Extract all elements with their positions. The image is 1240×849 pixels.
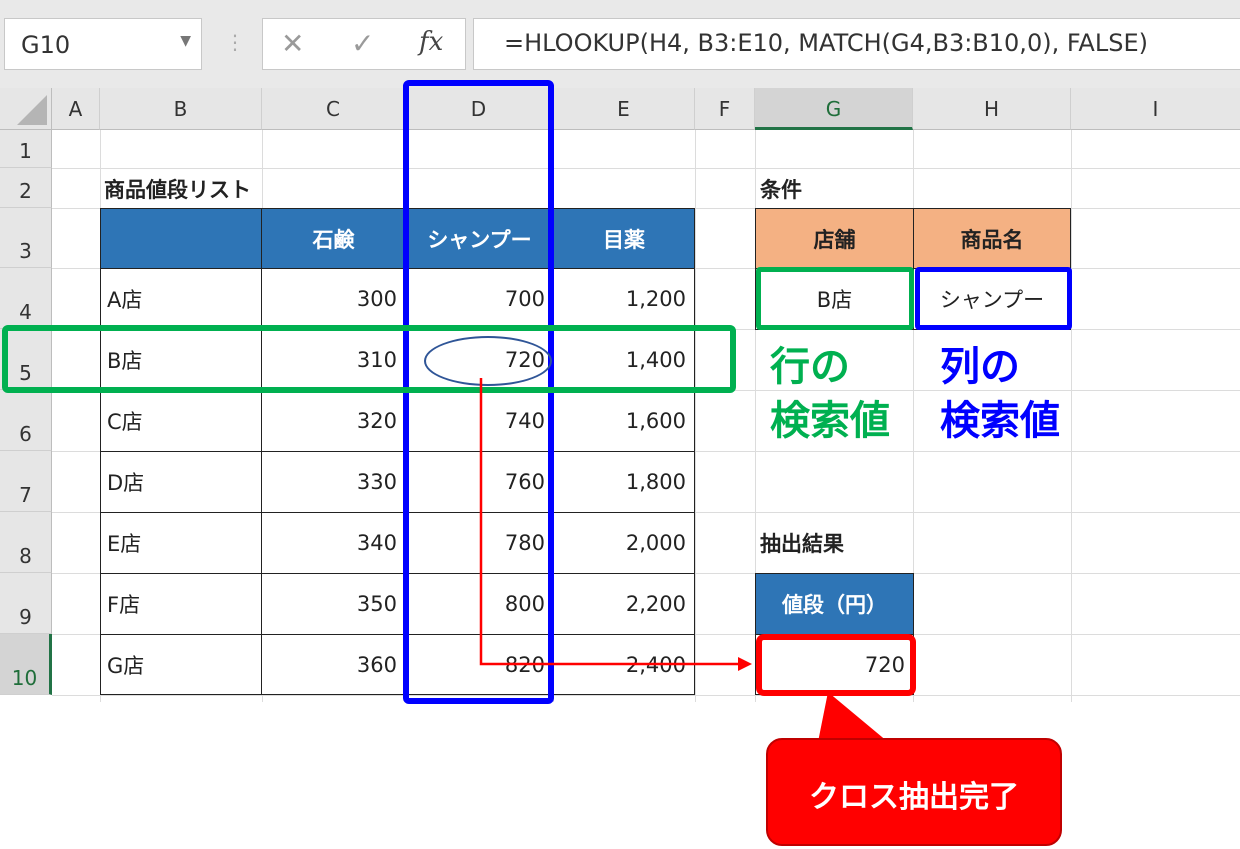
condition-header-store[interactable]: 店舗: [755, 208, 914, 269]
row-header-10[interactable]: 10: [0, 634, 52, 695]
column-lookup-label: 列の 検索値: [940, 340, 1060, 448]
gridline: [52, 695, 1240, 696]
chevron-down-icon[interactable]: ▼: [180, 33, 191, 49]
price-cell[interactable]: 300: [261, 268, 406, 330]
column-header-b[interactable]: B: [100, 88, 262, 130]
callout-text: クロス抽出完了: [809, 780, 1019, 815]
row-header-label: 8: [19, 544, 32, 568]
callout-box: クロス抽出完了: [766, 738, 1062, 846]
row-header-8[interactable]: 8: [0, 512, 52, 573]
insert-function-icon[interactable]: fx: [419, 27, 443, 57]
arrow-head-icon: [738, 657, 752, 671]
row-header-6[interactable]: 6: [0, 390, 52, 451]
result-header[interactable]: 値段（円）: [755, 573, 914, 635]
conditions-title[interactable]: 条件: [760, 174, 802, 204]
row-header-label: 1: [19, 139, 32, 163]
column-header-a[interactable]: A: [52, 88, 100, 130]
price-cell[interactable]: 1,600: [553, 390, 695, 452]
column-header-h[interactable]: H: [913, 88, 1071, 130]
select-all-triangle-icon: [17, 95, 47, 125]
row-header-1[interactable]: 1: [0, 130, 52, 168]
store-cell[interactable]: G店: [100, 634, 262, 695]
column-lookup-label-line2: 検索値: [940, 398, 1060, 444]
price-cell[interactable]: 2,000: [553, 512, 695, 574]
row-header-9[interactable]: 9: [0, 573, 52, 634]
row-header-label: 7: [19, 483, 32, 507]
store-cell[interactable]: A店: [100, 268, 262, 330]
formula-text: =HLOOKUP(H4, B3:E10, MATCH(G4,B3:B10,0),…: [504, 29, 1148, 57]
price-cell[interactable]: 2,400: [553, 634, 695, 695]
column-header-f[interactable]: F: [695, 88, 755, 130]
name-box-value: G10: [21, 31, 71, 59]
name-box[interactable]: G10 ▼: [4, 18, 202, 70]
row-header-4[interactable]: 4: [0, 268, 52, 329]
row-header-label: 9: [19, 605, 32, 629]
gridline: [1071, 130, 1072, 702]
store-cell[interactable]: E店: [100, 512, 262, 574]
store-cell[interactable]: F店: [100, 573, 262, 635]
match-ellipse: [424, 336, 552, 386]
row-b-highlight: [2, 325, 736, 393]
row-header-3[interactable]: 3: [0, 208, 52, 268]
row-lookup-label-line1: 行の: [770, 344, 850, 390]
price-cell[interactable]: 360: [261, 634, 406, 695]
price-cell[interactable]: 320: [261, 390, 406, 452]
formula-buttons: ✕ ✓ fx: [262, 18, 466, 70]
column-header-i[interactable]: I: [1071, 88, 1240, 130]
row-header-label: 2: [19, 179, 32, 203]
callout-pointer-shape: [818, 692, 888, 742]
table-header-soap[interactable]: 石鹸: [261, 208, 406, 269]
table-header-corner[interactable]: [100, 208, 262, 269]
drag-handle-icon[interactable]: ⋮: [225, 30, 245, 54]
row-header-label: 10: [11, 666, 38, 690]
store-condition-highlight: [756, 267, 914, 330]
row-lookup-label-line2: 検索値: [770, 398, 890, 444]
condition-header-product[interactable]: 商品名: [913, 208, 1071, 269]
row-header-label: 4: [19, 300, 32, 324]
column-header-c[interactable]: C: [262, 88, 405, 130]
select-all-corner[interactable]: [0, 88, 52, 130]
store-cell[interactable]: D店: [100, 451, 262, 513]
price-cell[interactable]: 330: [261, 451, 406, 513]
result-highlight: [756, 634, 916, 696]
row-header-7[interactable]: 7: [0, 451, 52, 512]
gridline: [695, 130, 696, 702]
row-lookup-label: 行の 検索値: [770, 340, 890, 448]
product-condition-highlight: [915, 267, 1072, 330]
price-cell[interactable]: 1,200: [553, 268, 695, 330]
row-header-label: 6: [19, 422, 32, 446]
row-header-label: 3: [19, 239, 32, 263]
column-lookup-label-line1: 列の: [940, 344, 1020, 390]
price-cell[interactable]: 2,200: [553, 573, 695, 635]
column-header-e[interactable]: E: [553, 88, 695, 130]
formula-input[interactable]: =HLOOKUP(H4, B3:E10, MATCH(G4,B3:B10,0),…: [473, 18, 1240, 70]
price-cell[interactable]: 340: [261, 512, 406, 574]
cancel-icon[interactable]: ✕: [281, 27, 304, 60]
price-cell[interactable]: 350: [261, 573, 406, 635]
row-header-2[interactable]: 2: [0, 168, 52, 208]
gridline: [52, 168, 1240, 169]
table-title[interactable]: 商品値段リスト: [104, 174, 251, 204]
column-header-g[interactable]: G: [755, 88, 913, 130]
table-header-eyedrops[interactable]: 目薬: [553, 208, 695, 269]
check-icon[interactable]: ✓: [351, 27, 374, 60]
formula-bar-area: G10 ▼ ⋮ ✕ ✓ fx =HLOOKUP(H4, B3:E10, MATC…: [0, 0, 1240, 88]
store-cell[interactable]: C店: [100, 390, 262, 452]
price-cell[interactable]: 1,800: [553, 451, 695, 513]
result-title[interactable]: 抽出結果: [760, 528, 844, 558]
